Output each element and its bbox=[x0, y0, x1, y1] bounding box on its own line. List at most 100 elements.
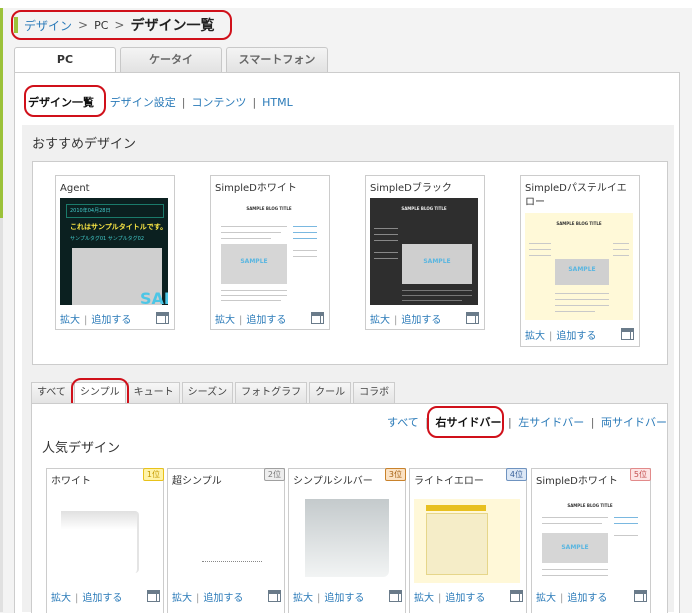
design-card-name: SimpleDホワイト bbox=[215, 183, 297, 194]
card-actions: 拡大 | 追加する bbox=[370, 315, 442, 326]
design-card-name: SimpleDパステルイエロー bbox=[525, 183, 627, 208]
design-thumbnail[interactable]: 2010年04月28日 これはサンプルタイトルです。 サンプルタグ01 サンプル… bbox=[60, 198, 168, 305]
rank-badge: 2位 bbox=[263, 468, 285, 481]
enlarge-link[interactable]: 拡大 bbox=[370, 315, 390, 326]
design-thumbnail[interactable] bbox=[414, 499, 520, 583]
tab-mobile[interactable]: ケータイ bbox=[120, 47, 222, 72]
popular-card-white: 1位 ホワイト 拡大 | 追加する bbox=[46, 468, 164, 613]
design-card-name: Agent bbox=[60, 183, 90, 194]
card-actions: 拡大 | 追加する bbox=[293, 593, 365, 604]
thumb-sample-text: SAMPLE bbox=[423, 258, 451, 265]
design-card-name: 超シンプル bbox=[172, 476, 222, 487]
breadcrumb-link-design[interactable]: デザイン bbox=[24, 17, 72, 34]
design-card-simpled-pastel-yellow: SimpleDパステルイエロー SAMPLE BLOG TITLE SAMPLE… bbox=[520, 175, 640, 347]
category-tab-cute[interactable]: キュート bbox=[127, 382, 180, 404]
design-card-name: ホワイト bbox=[51, 476, 91, 487]
enlarge-link[interactable]: 拡大 bbox=[172, 593, 192, 604]
thumb-blog-title: SAMPLE BLOG TITLE bbox=[556, 221, 602, 226]
layout-icon[interactable] bbox=[621, 328, 634, 340]
enlarge-link[interactable]: 拡大 bbox=[525, 331, 545, 342]
add-link[interactable]: 追加する bbox=[445, 593, 485, 604]
layout-icon[interactable] bbox=[311, 312, 324, 324]
rank-badge: 5位 bbox=[629, 468, 651, 481]
subnav-design-list[interactable]: デザイン一覧 bbox=[28, 94, 94, 110]
rank-badge: 4位 bbox=[505, 468, 527, 481]
design-card-name: ライトイエロー bbox=[414, 476, 484, 487]
design-thumbnail[interactable] bbox=[51, 499, 157, 583]
thumb-sample-text: SAI bbox=[140, 289, 168, 305]
design-thumbnail[interactable] bbox=[172, 499, 278, 583]
tab-pc[interactable]: PC bbox=[14, 47, 116, 73]
add-link[interactable]: 追加する bbox=[324, 593, 364, 604]
popular-card-light-yellow: 4位 ライトイエロー 拡大 | 追加する bbox=[409, 468, 527, 613]
design-card-name: SimpleDホワイト bbox=[536, 476, 618, 487]
rank-badge: 3位 bbox=[384, 468, 406, 481]
design-card-simpled-white: SimpleDホワイト SAMPLE BLOG TITLE SAMPLE 拡大 |… bbox=[210, 175, 330, 330]
breadcrumb-marker bbox=[14, 17, 18, 33]
thumb-sample-text: SAMPLE bbox=[561, 544, 589, 551]
sub-navigation: デザイン一覧 | デザイン設定 | コンテンツ | HTML bbox=[28, 94, 293, 110]
design-thumbnail[interactable]: SAMPLE BLOG TITLE SAMPLE bbox=[525, 213, 633, 320]
breadcrumb-separator: > bbox=[114, 18, 125, 32]
layout-icon[interactable] bbox=[156, 312, 169, 324]
breadcrumb: デザイン > PC > デザイン一覧 bbox=[14, 12, 214, 38]
enlarge-link[interactable]: 拡大 bbox=[536, 593, 556, 604]
thumb-blog-title: SAMPLE BLOG TITLE bbox=[567, 503, 613, 508]
popular-card-simple-silver: 3位 シンプルシルバー 拡大 | 追加する bbox=[288, 468, 406, 613]
category-tab-season[interactable]: シーズン bbox=[181, 382, 234, 404]
layout-icon[interactable] bbox=[147, 590, 160, 602]
layout-icon[interactable] bbox=[268, 590, 281, 602]
side-accent-strip bbox=[0, 8, 3, 218]
design-thumbnail[interactable]: SAMPLE BLOG TITLE SAMPLE bbox=[536, 499, 644, 583]
thumb-blog-title: SAMPLE BLOG TITLE bbox=[246, 206, 292, 211]
top-bar bbox=[0, 0, 692, 8]
add-link[interactable]: 追加する bbox=[91, 315, 131, 326]
card-actions: 拡大 | 追加する bbox=[525, 331, 597, 342]
popular-card-super-simple: 2位 超シンプル 拡大 | 追加する bbox=[167, 468, 285, 613]
add-link[interactable]: 追加する bbox=[203, 593, 243, 604]
subnav-design-settings[interactable]: デザイン設定 bbox=[110, 94, 176, 110]
category-tabs: すべて シンプル キュート シーズン フォトグラフ クール コラボ bbox=[31, 382, 397, 405]
page-title: デザイン一覧 bbox=[130, 18, 215, 34]
category-tab-simple[interactable]: シンプル bbox=[73, 382, 126, 405]
layout-icon[interactable] bbox=[510, 590, 523, 602]
add-link[interactable]: 追加する bbox=[401, 315, 441, 326]
popular-card-simpled-white: 5位 SimpleDホワイト SAMPLE BLOG TITLE SAMPLE … bbox=[531, 468, 651, 613]
subnav-html[interactable]: HTML bbox=[262, 96, 293, 109]
design-card-agent: Agent 2010年04月28日 これはサンプルタイトルです。 サンプルタグ0… bbox=[55, 175, 175, 330]
category-tab-all[interactable]: すべて bbox=[31, 382, 72, 404]
sidebar-filter-both[interactable]: 両サイドバー bbox=[601, 416, 667, 429]
design-thumbnail[interactable] bbox=[293, 499, 399, 583]
category-tab-collab[interactable]: コラボ bbox=[353, 382, 396, 404]
thumb-date: 2010年04月28日 bbox=[70, 208, 111, 214]
design-card-name: シンプルシルバー bbox=[293, 476, 373, 487]
card-actions: 拡大 | 追加する bbox=[60, 315, 132, 326]
design-thumbnail[interactable]: SAMPLE BLOG TITLE SAMPLE bbox=[215, 198, 323, 305]
tab-smartphone[interactable]: スマートフォン bbox=[226, 47, 328, 72]
add-link[interactable]: 追加する bbox=[82, 593, 122, 604]
enlarge-link[interactable]: 拡大 bbox=[51, 593, 71, 604]
layout-icon[interactable] bbox=[389, 590, 402, 602]
enlarge-link[interactable]: 拡大 bbox=[293, 593, 313, 604]
sidebar-filter-all[interactable]: すべて bbox=[387, 416, 419, 429]
enlarge-link[interactable]: 拡大 bbox=[215, 315, 235, 326]
popular-title: 人気デザイン bbox=[42, 441, 121, 456]
category-tab-photograph[interactable]: フォトグラフ bbox=[235, 382, 308, 404]
enlarge-link[interactable]: 拡大 bbox=[60, 315, 80, 326]
design-card-simpled-black: SimpleDブラック SAMPLE BLOG TITLE SAMPLE 拡大 |… bbox=[365, 175, 485, 330]
add-link[interactable]: 追加する bbox=[567, 593, 607, 604]
thumb-sample-text: SAMPLE bbox=[568, 266, 596, 273]
category-tab-cool[interactable]: クール bbox=[309, 382, 352, 404]
rank-badge: 1位 bbox=[142, 468, 164, 481]
add-link[interactable]: 追加する bbox=[246, 315, 286, 326]
card-actions: 拡大 | 追加する bbox=[172, 593, 244, 604]
layout-icon[interactable] bbox=[634, 590, 647, 602]
subnav-contents[interactable]: コンテンツ bbox=[191, 94, 246, 110]
sidebar-filter-right[interactable]: 右サイドバー bbox=[436, 416, 502, 429]
layout-icon[interactable] bbox=[466, 312, 479, 324]
sidebar-filter-left[interactable]: 左サイドバー bbox=[518, 416, 584, 429]
enlarge-link[interactable]: 拡大 bbox=[414, 593, 434, 604]
design-thumbnail[interactable]: SAMPLE BLOG TITLE SAMPLE bbox=[370, 198, 478, 305]
side-edge bbox=[0, 218, 3, 612]
add-link[interactable]: 追加する bbox=[556, 331, 596, 342]
